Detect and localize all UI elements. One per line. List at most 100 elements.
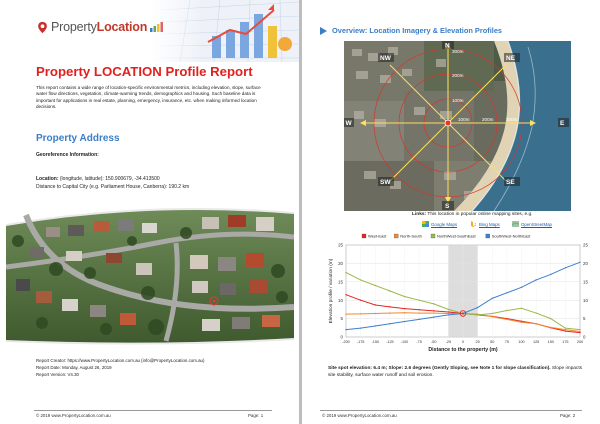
links-label: Links: bbox=[412, 212, 427, 217]
data-point-northwest-southeast bbox=[550, 317, 552, 320]
data-point-north-south bbox=[389, 312, 391, 314]
elevation-profile-chart: 0 0 5 5 10 10 15 15 20 20 25 25 -200 -175 -150 -125 -100… bbox=[328, 233, 588, 353]
x-tick-label: -100 bbox=[401, 340, 409, 344]
data-point-northwest-southeast bbox=[491, 312, 493, 315]
x-tick-label: 200 bbox=[577, 340, 583, 344]
intro-paragraph: This report contains a wide range of loc… bbox=[36, 85, 261, 109]
y-tick-label-right: 20 bbox=[583, 261, 588, 266]
y-tick-label-right: 15 bbox=[583, 279, 588, 284]
data-point-northwest-southeast bbox=[447, 308, 450, 311]
report-title: Property LOCATION Profile Report bbox=[36, 64, 253, 79]
x-axis-label: Distance to the property (m) bbox=[428, 347, 497, 353]
footer-page-number: Page: 1 bbox=[248, 413, 264, 418]
y-tick-label: 15 bbox=[338, 279, 343, 284]
data-point-southwest-northeast bbox=[345, 328, 347, 331]
data-point-northwest-southeast bbox=[579, 328, 581, 331]
aerial-property-photo bbox=[6, 208, 294, 345]
data-point-southwest-northeast bbox=[403, 320, 406, 323]
data-point-southwest-northeast bbox=[433, 316, 435, 318]
openstreetmap-link[interactable]: OpenStreetMap bbox=[512, 221, 552, 227]
bing-maps-icon bbox=[471, 221, 476, 227]
legend-label: West-East bbox=[368, 234, 387, 239]
data-point-west-east bbox=[564, 330, 567, 332]
data-point-north-south bbox=[374, 312, 376, 315]
x-tick-label: 25 bbox=[476, 340, 480, 344]
data-point-north-south bbox=[403, 312, 406, 314]
y-tick-label-right: 0 bbox=[583, 335, 586, 340]
data-point-southwest-northeast bbox=[550, 273, 552, 276]
data-point-north-south bbox=[418, 312, 420, 314]
data-point-northwest-southeast bbox=[520, 307, 523, 309]
location-label: Location: bbox=[36, 176, 59, 182]
compass-n: N bbox=[445, 43, 450, 50]
data-point-northwest-southeast bbox=[389, 290, 391, 292]
google-maps-label: Google Maps bbox=[431, 221, 458, 227]
y-tick-label: 20 bbox=[338, 261, 343, 266]
overview-title: Overview: Location Imagery & Elevation P… bbox=[332, 26, 503, 35]
legend-label: North-South bbox=[400, 234, 422, 239]
data-point-north-south bbox=[491, 316, 493, 318]
y-tick-label: 5 bbox=[341, 316, 344, 321]
report-creator: Report Creator: https://www.PropertyLoca… bbox=[36, 358, 205, 363]
satellite-location-map[interactable]: 300m 200m 100m 100m 200m 300m N S W E NW… bbox=[344, 41, 571, 211]
data-point-southwest-northeast bbox=[535, 279, 537, 281]
logo-suffix: Location bbox=[96, 20, 148, 34]
legend-swatch bbox=[485, 233, 490, 239]
data-point-southwest-northeast bbox=[418, 318, 420, 321]
bing-maps-link[interactable]: Bing Maps bbox=[470, 221, 500, 227]
data-point-northwest-southeast bbox=[433, 303, 435, 305]
data-point-southwest-northeast bbox=[359, 327, 362, 329]
distance-line: Distance to Capital City (e.g. Parliamen… bbox=[36, 184, 190, 190]
legend-swatch bbox=[394, 233, 399, 239]
footer-rule bbox=[320, 410, 582, 411]
x-tick-label: -125 bbox=[386, 340, 394, 344]
x-tick-label: 100 bbox=[518, 340, 524, 344]
data-point-north-south bbox=[564, 328, 567, 331]
triangle-bullet-icon bbox=[320, 26, 327, 35]
x-tick-label: -50 bbox=[431, 340, 437, 344]
compass-w: W bbox=[346, 120, 353, 127]
data-point-northwest-southeast bbox=[535, 312, 537, 314]
footer-copyright: © 2019 www.PropertyLocation.com.au bbox=[322, 413, 397, 418]
data-point-west-east bbox=[447, 311, 450, 313]
location-value: (longitude, latitude): 150.900679, -34.4… bbox=[58, 176, 160, 182]
data-point-northwest-southeast bbox=[374, 284, 376, 287]
compass-se: SE bbox=[506, 179, 515, 186]
section-title-property-address: Property Address bbox=[36, 133, 120, 144]
x-tick-label: 0 bbox=[462, 340, 464, 344]
data-point-north-south bbox=[506, 318, 508, 321]
data-point-northwest-southeast bbox=[564, 327, 567, 329]
legend-swatch bbox=[430, 233, 436, 239]
footer-copyright: © 2019 www.PropertyLocation.com.au bbox=[36, 413, 111, 418]
data-point-southwest-northeast bbox=[476, 306, 479, 309]
x-tick-label: -175 bbox=[357, 340, 365, 344]
x-tick-label: 50 bbox=[490, 340, 494, 344]
data-point-north-south bbox=[345, 313, 347, 315]
legend-label: SouthWest-NorthEast bbox=[492, 234, 531, 239]
data-point-west-east bbox=[359, 299, 362, 301]
report-page-2: Overview: Location Imagery & Elevation P… bbox=[302, 0, 600, 424]
y-tick-label: 10 bbox=[338, 298, 343, 303]
x-tick-label: -25 bbox=[446, 340, 452, 344]
google-maps-link[interactable]: Google Maps bbox=[422, 221, 457, 227]
data-point-northwest-southeast bbox=[359, 279, 362, 281]
x-tick-label: -200 bbox=[342, 340, 350, 344]
logo-prefix: Property bbox=[51, 20, 97, 34]
legend-swatch bbox=[361, 233, 367, 239]
site-summary: Site spot elevation: 6.4 m; Slope: 2.6 d… bbox=[328, 365, 590, 379]
report-version: Report Version: V4.30 bbox=[36, 372, 79, 377]
data-point-northwest-southeast bbox=[506, 309, 508, 312]
data-point-southwest-northeast bbox=[520, 286, 523, 289]
property-marker-dot bbox=[462, 312, 464, 315]
y-tick-label-right: 25 bbox=[583, 243, 588, 248]
data-point-north-south bbox=[535, 323, 537, 325]
legend-label: NorthWest-SouthEast bbox=[437, 234, 476, 239]
brand-logo[interactable]: PropertyLocation bbox=[36, 20, 164, 34]
data-point-west-east bbox=[433, 310, 435, 312]
openstreetmap-icon bbox=[512, 221, 519, 227]
bar-chart-icon bbox=[150, 22, 164, 32]
cover-graphic bbox=[150, 0, 300, 62]
data-point-north-south bbox=[359, 313, 362, 315]
data-point-north-south bbox=[550, 326, 552, 329]
georeference-label: Georeference Information: bbox=[36, 152, 99, 158]
